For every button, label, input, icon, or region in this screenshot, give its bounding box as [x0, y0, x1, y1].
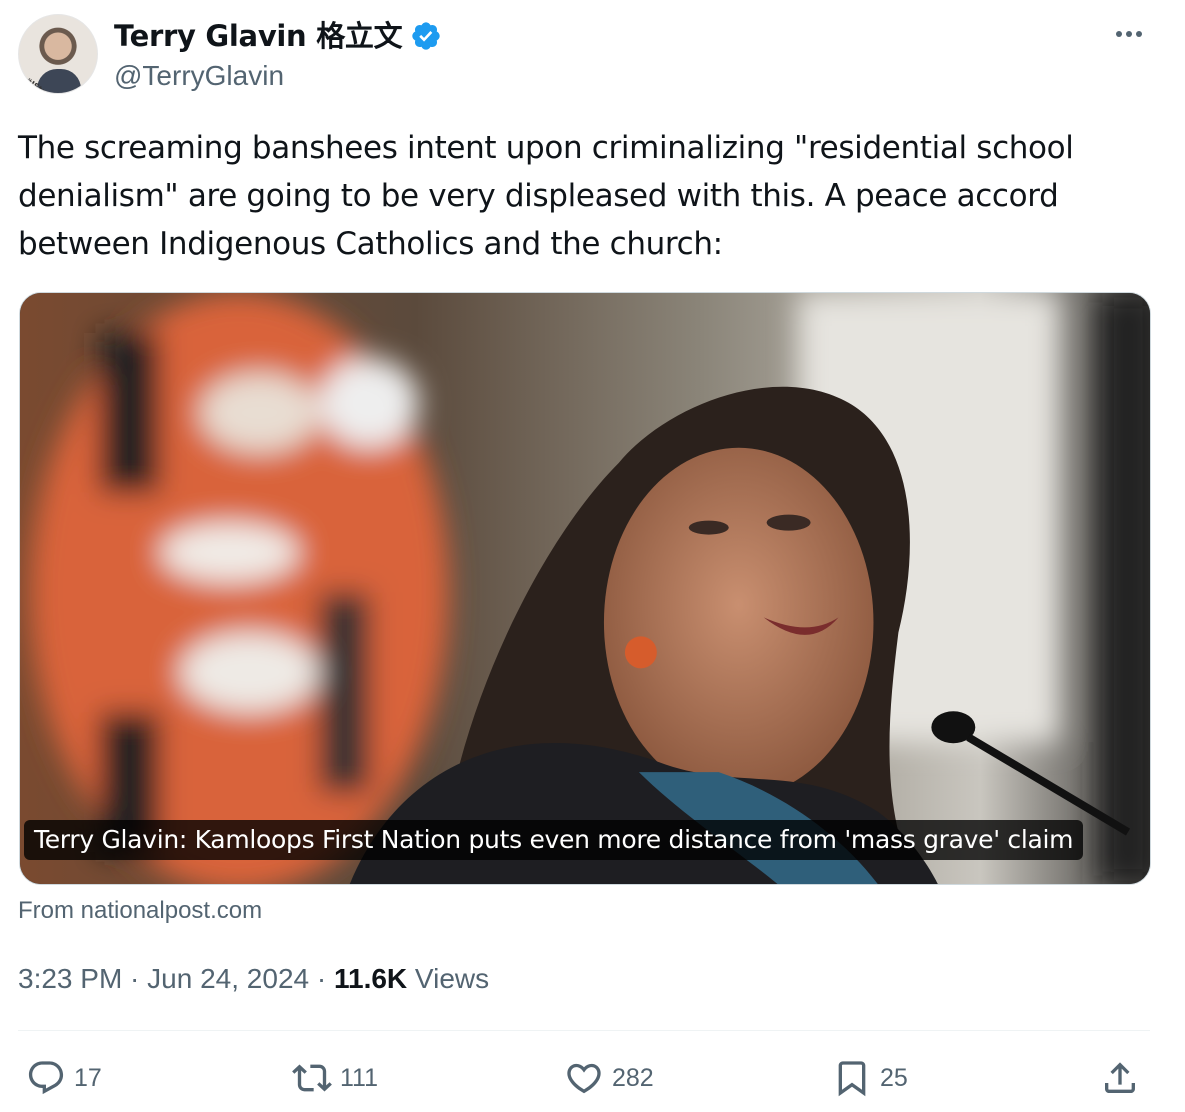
tweet-meta: 3:23 PM · Jun 24, 2024 · 11.6K Views — [18, 960, 489, 998]
like-button[interactable]: 282 — [564, 1056, 654, 1100]
reply-button[interactable]: 17 — [26, 1056, 102, 1100]
repost-button[interactable]: 111 — [292, 1056, 378, 1100]
author-display-name[interactable]: Terry Glavin 格立文 — [114, 18, 403, 54]
reply-count: 17 — [74, 1063, 102, 1092]
author-avatar[interactable]: #IStandWithEvan — [18, 14, 98, 94]
bookmark-icon — [838, 1061, 866, 1097]
bookmark-count: 25 — [880, 1063, 908, 1092]
heart-icon — [567, 1063, 601, 1094]
like-count: 282 — [612, 1063, 654, 1092]
card-photo — [20, 293, 1150, 884]
meta-separator: · — [122, 963, 148, 994]
views-count: 11.6K — [333, 963, 408, 994]
author-name-row: Terry Glavin 格立文 — [114, 18, 442, 54]
tweet-text: The screaming banshees intent upon crimi… — [18, 130, 1074, 262]
link-card[interactable] — [19, 292, 1151, 885]
reply-icon — [28, 1061, 64, 1095]
share-button[interactable] — [1100, 1056, 1140, 1100]
bookmark-button[interactable]: 25 — [832, 1056, 908, 1100]
tweet-time[interactable]: 3:23 PM — [18, 960, 122, 998]
divider — [18, 1030, 1150, 1031]
tweet-date[interactable]: Jun 24, 2024 — [147, 960, 309, 998]
repost-icon — [292, 1064, 332, 1092]
more-options-icon[interactable] — [1111, 22, 1147, 46]
views-label: Views — [407, 963, 490, 994]
verified-badge-icon[interactable] — [410, 20, 442, 52]
card-headline[interactable]: Terry Glavin: Kamloops First Nation puts… — [24, 820, 1084, 860]
card-source[interactable]: From nationalpost.com — [18, 896, 262, 926]
meta-separator: · — [309, 963, 334, 994]
repost-count: 111 — [340, 1063, 379, 1092]
share-icon — [1105, 1062, 1135, 1093]
author-handle[interactable]: @TerryGlavin — [114, 58, 284, 94]
